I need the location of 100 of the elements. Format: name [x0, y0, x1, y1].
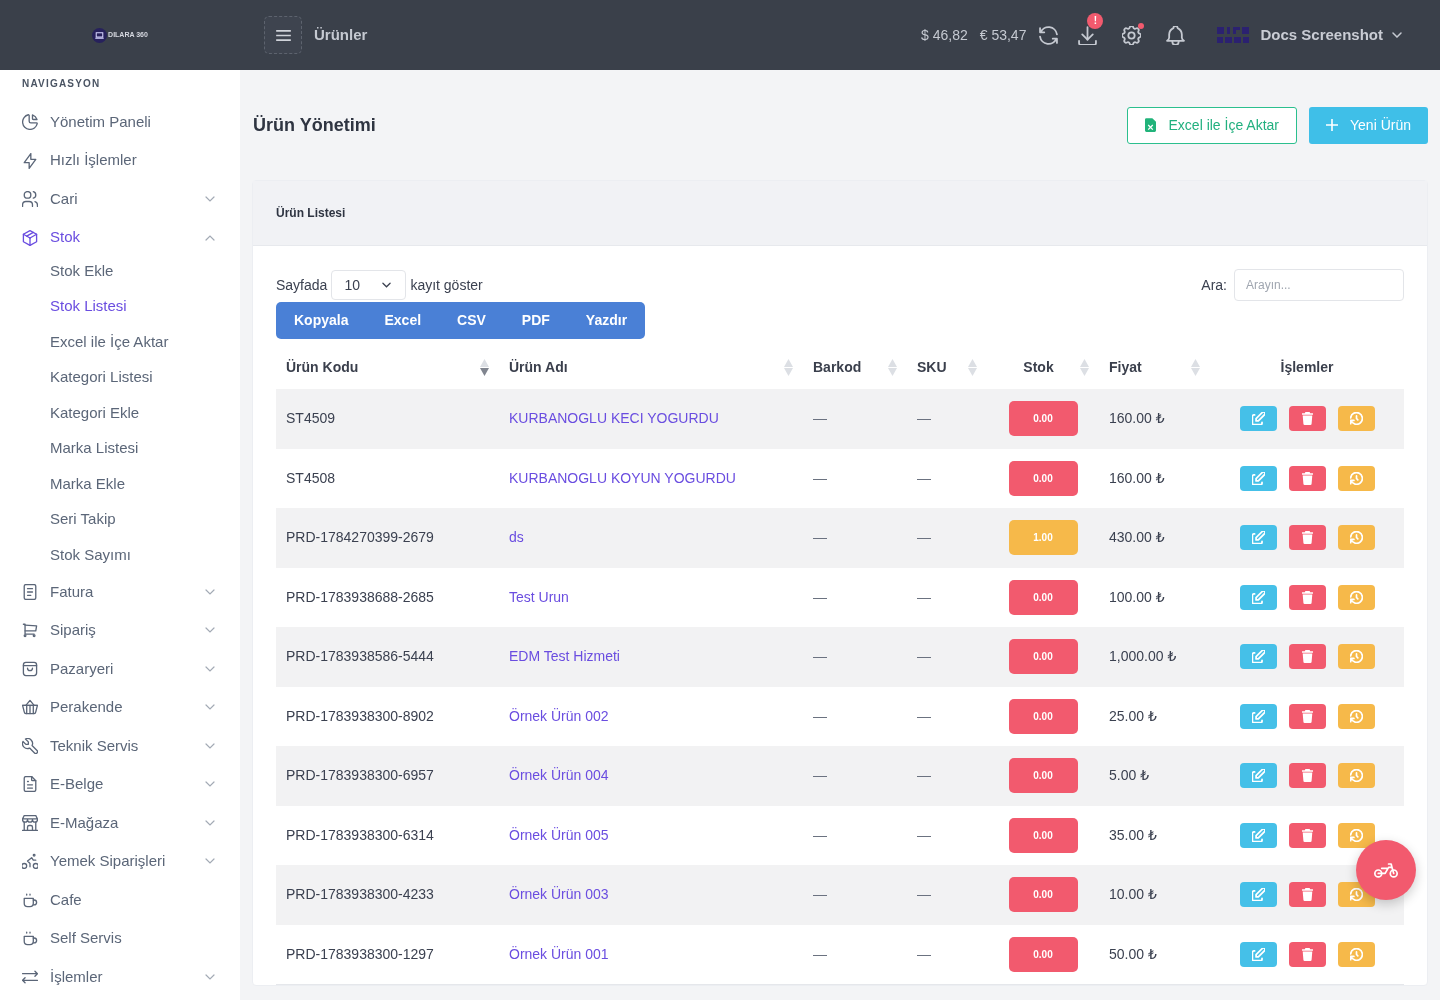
product-link[interactable]: Örnek Ürün 001	[509, 945, 609, 962]
product-link[interactable]: Örnek Ürün 004	[509, 767, 609, 784]
product-link[interactable]: KURBANOGLU KOYUN YOGURDU	[509, 469, 736, 486]
sidebar-item[interactable]: Pazaryeri	[0, 649, 240, 688]
bell-icon[interactable]	[1166, 25, 1186, 45]
history-button[interactable]	[1337, 703, 1375, 729]
edit-button[interactable]	[1239, 584, 1277, 610]
sidebar-item[interactable]: Yönetim Paneli	[0, 102, 240, 142]
export-button[interactable]: Yazdır	[567, 302, 646, 339]
menu-button[interactable]	[264, 16, 302, 54]
page-size-select[interactable]: 10	[331, 270, 407, 300]
delete-button[interactable]	[1288, 644, 1326, 670]
product-link[interactable]: KURBANOGLU KECI YOGURDU	[509, 410, 719, 427]
trash-icon	[1301, 590, 1313, 604]
search-field[interactable]: Arayın...	[1234, 269, 1404, 301]
edit-button[interactable]	[1239, 703, 1277, 729]
page-title: Ürün Yönetimi	[253, 113, 376, 137]
download-icon[interactable]	[1078, 25, 1098, 45]
history-icon	[1349, 888, 1363, 902]
table-cell: 430.00 ₺	[1109, 529, 1165, 546]
table-cell: —	[813, 648, 827, 665]
edit-button[interactable]	[1239, 763, 1277, 789]
edit-button[interactable]	[1239, 644, 1277, 670]
submenu-item[interactable]: Seri Takip	[0, 501, 240, 537]
delete-button[interactable]	[1288, 882, 1326, 908]
history-button[interactable]	[1337, 525, 1375, 551]
sidebar-item[interactable]: İşlemler	[0, 957, 240, 996]
delete-button[interactable]	[1288, 703, 1326, 729]
document-icon	[22, 583, 38, 600]
sidebar-item[interactable]: E-Mağaza	[0, 803, 240, 842]
avatar-icon[interactable]	[1216, 25, 1251, 45]
edit-icon	[1251, 947, 1265, 961]
delete-button[interactable]	[1288, 763, 1326, 789]
history-button[interactable]	[1337, 584, 1375, 610]
search-label: Ara:	[1201, 275, 1227, 295]
submenu-item[interactable]: Stok Sayımı	[0, 537, 240, 573]
edit-button[interactable]	[1239, 406, 1277, 432]
settings-icon[interactable]	[1122, 25, 1142, 45]
product-link[interactable]: ds	[509, 529, 524, 546]
history-button[interactable]	[1337, 465, 1375, 491]
table-cell: PRD-1784270399-2679	[286, 529, 434, 546]
product-link[interactable]: Örnek Ürün 002	[509, 707, 609, 724]
refresh-icon[interactable]	[1039, 25, 1059, 45]
product-link[interactable]: Test Urun	[509, 588, 569, 605]
sort-icon[interactable]	[480, 358, 489, 376]
trash-icon	[1301, 769, 1313, 783]
export-button[interactable]: Excel	[366, 302, 440, 339]
table-cell: —	[917, 767, 931, 784]
edit-button[interactable]	[1239, 941, 1277, 967]
delete-button[interactable]	[1288, 465, 1326, 491]
sidebar-item[interactable]: Sipariş	[0, 611, 240, 650]
edit-button[interactable]	[1239, 525, 1277, 551]
sidebar-item[interactable]: Cafe	[0, 880, 240, 919]
sidebar-item[interactable]: Perakende	[0, 688, 240, 727]
history-button[interactable]	[1337, 644, 1375, 670]
edit-button[interactable]	[1239, 882, 1277, 908]
export-button[interactable]: Kopyala	[276, 302, 367, 339]
submenu-item[interactable]: Marka Listesi	[0, 430, 240, 466]
submenu-item[interactable]: Excel ile İçe Aktar	[0, 324, 240, 360]
motorbike-icon	[1374, 862, 1398, 878]
submenu-item[interactable]: Marka Ekle	[0, 466, 240, 502]
delete-button[interactable]	[1288, 941, 1326, 967]
table-cell: PRD-1783938300-8902	[286, 707, 434, 724]
delete-button[interactable]	[1288, 822, 1326, 848]
product-link[interactable]: EDM Test Hizmeti	[509, 648, 620, 665]
sidebar-item[interactable]: Cari	[0, 179, 240, 219]
product-link[interactable]: Örnek Ürün 003	[509, 886, 609, 903]
trash-icon	[1301, 412, 1313, 426]
edit-icon	[1251, 709, 1265, 723]
chevron-down-icon[interactable]	[1392, 32, 1402, 38]
user-name[interactable]: Docs Screenshot	[1260, 23, 1383, 47]
trash-icon	[1301, 709, 1313, 723]
sidebar-item[interactable]: Hızlı İşlemler	[0, 141, 240, 180]
table-cell: 50.00 ₺	[1109, 945, 1157, 962]
history-button[interactable]	[1337, 763, 1375, 789]
submenu-item[interactable]: Stok Listesi	[0, 288, 240, 324]
delete-button[interactable]	[1288, 584, 1326, 610]
history-button[interactable]	[1337, 941, 1375, 967]
lightning-icon	[22, 152, 38, 169]
product-link[interactable]: Örnek Ürün 005	[509, 826, 609, 843]
delete-button[interactable]	[1288, 525, 1326, 551]
column-header: Barkod	[813, 357, 862, 377]
table-cell: ST4508	[286, 469, 336, 486]
sidebar-item[interactable]: Fatura	[0, 572, 240, 611]
export-button[interactable]: CSV	[439, 302, 504, 339]
table-cell: ST4509	[286, 410, 336, 427]
table-cell: —	[917, 945, 931, 962]
sidebar-item[interactable]: Self Servis	[0, 919, 240, 958]
history-button[interactable]	[1337, 406, 1375, 432]
delete-button[interactable]	[1288, 406, 1326, 432]
export-button[interactable]: PDF	[503, 302, 568, 339]
table-cell: PRD-1783938300-6957	[286, 767, 434, 784]
table-cell: —	[813, 945, 827, 962]
edit-button[interactable]	[1239, 822, 1277, 848]
sidebar-item[interactable]: Yemek Siparişleri	[0, 842, 240, 881]
sidebar-item[interactable]: Teknik Servis	[0, 726, 240, 765]
edit-button[interactable]	[1239, 465, 1277, 491]
sidebar-item[interactable]: E-Belge	[0, 765, 240, 804]
submenu-item[interactable]: Kategori Listesi	[0, 359, 240, 395]
submenu-item[interactable]: Kategori Ekle	[0, 395, 240, 431]
